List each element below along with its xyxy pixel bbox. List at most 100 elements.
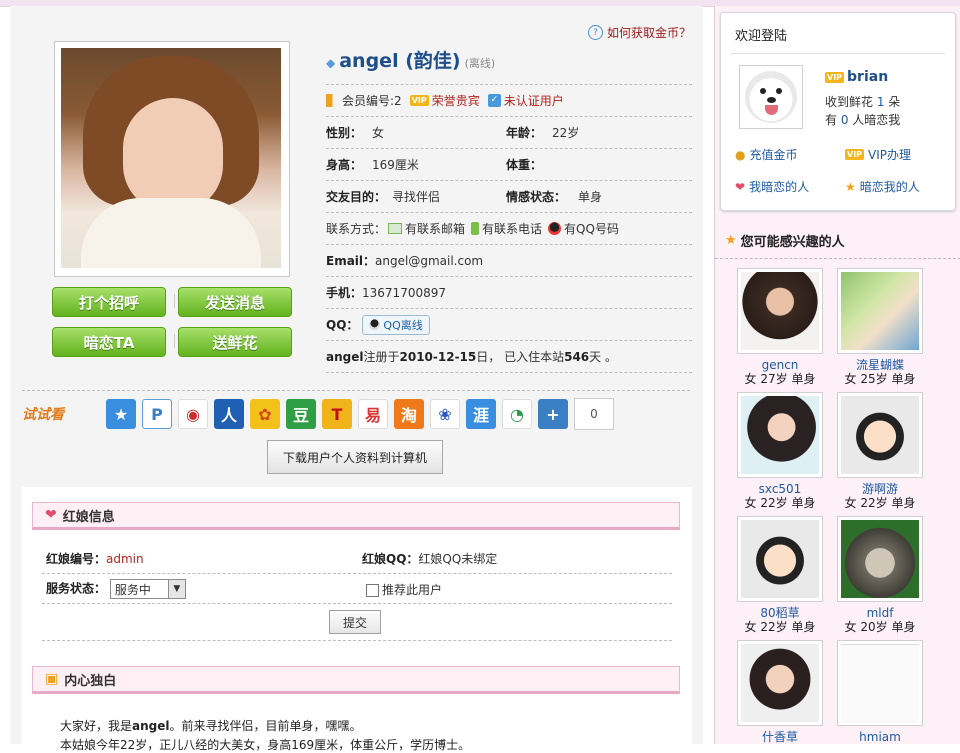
avatar[interactable]: [739, 65, 803, 129]
monologue-header: ▣ 内心独白: [32, 666, 680, 694]
baidu-icon[interactable]: ❀: [430, 399, 460, 429]
sina-weibo-icon[interactable]: ◉: [178, 399, 208, 429]
online-status: (离线): [464, 57, 496, 70]
tianya-icon[interactable]: T: [322, 399, 352, 429]
matchmaker-qq: 红娘QQ：红娘QQ未绑定: [362, 552, 498, 566]
divider: [42, 573, 672, 574]
my-crush-link[interactable]: ❤ 我暗恋的人: [735, 178, 809, 195]
person-card[interactable]: hmiam: [836, 640, 924, 744]
interest-title: ★ 您可能感兴趣的人: [725, 233, 845, 250]
share-count: 0: [574, 398, 614, 430]
profile-info-table: 会员编号:2 VIP 荣誉贵宾 ✓ 未认证用户 性别：女 年龄： 22岁 身高： 1…: [326, 84, 692, 373]
vip-icon: VIP: [845, 149, 865, 160]
download-profile-button[interactable]: 下载用户个人资料到计算机: [267, 440, 443, 474]
divider: [42, 603, 672, 604]
divider: [22, 390, 690, 391]
email-icon: [388, 223, 403, 234]
send-flower-button[interactable]: 送鲜花: [178, 327, 292, 357]
height-weight-row: 身高： 169厘米 体重：: [326, 148, 692, 180]
submit-button[interactable]: 提交: [329, 610, 381, 634]
member-icon: [326, 94, 339, 107]
matchmaker-id: 红娘编号：admin: [46, 552, 144, 566]
person-photo[interactable]: [837, 268, 923, 354]
crush-me-link[interactable]: ★ 暗恋我的人: [845, 178, 920, 195]
diamond-icon: ◆: [326, 56, 336, 70]
chevron-down-icon: ▼: [167, 580, 185, 598]
person-photo[interactable]: [737, 268, 823, 354]
profile-photo[interactable]: [54, 41, 290, 277]
info-panel: ❤ 红娘信息 红娘编号：admin 红娘QQ：红娘QQ未绑定 服务状态： 服务中…: [22, 487, 692, 752]
renren-icon[interactable]: 人: [214, 399, 244, 429]
kaixin-icon[interactable]: ✿: [250, 399, 280, 429]
qq-penguin-icon: [369, 319, 381, 330]
heart-icon: ❤: [735, 179, 746, 194]
divider: [174, 334, 175, 348]
username[interactable]: brian: [847, 69, 888, 85]
vip-icon: VIP: [409, 95, 429, 106]
try-label: 试试看: [22, 407, 64, 423]
more-share-icon[interactable]: +: [538, 399, 568, 429]
heart-icon: ❤: [45, 507, 57, 523]
flowers-received: 收到鲜花 1 朵: [825, 95, 901, 109]
share-bar: 试试看 ★ P ◉ 人 ✿ 豆 T 易 淘 ❀ 涯 ◔ + 0: [22, 398, 614, 430]
member-row: 会员编号:2 VIP 荣誉贵宾 ✓ 未认证用户: [326, 84, 692, 116]
divider: [174, 294, 175, 308]
taobao-icon[interactable]: 淘: [394, 399, 424, 429]
sidebar: 欢迎登陆 VIP brian 收到鲜花 1 朵 有 0 人暗恋我 ● 充值金币 V…: [714, 6, 960, 744]
profile-name: ◆ angel (韵佳) (离线): [326, 50, 496, 72]
purpose-row: 交友目的： 寻找伴侣 情感状态： 单身: [326, 180, 692, 212]
person-photo[interactable]: [737, 516, 823, 602]
monologue-line-2: 本姑娘今年22岁，正儿八经的大美女，身高169厘米，体重公斤，学历博士。: [60, 738, 471, 752]
person-photo[interactable]: [837, 640, 923, 726]
person-card[interactable]: 80稻草 女 22岁 单身: [736, 516, 824, 635]
person-card[interactable]: 什香草: [736, 640, 824, 744]
qq-row: QQ： QQ离线: [326, 308, 692, 340]
star-icon: ★: [725, 233, 737, 248]
recommend-checkbox[interactable]: [366, 584, 379, 597]
person-photo[interactable]: [837, 392, 923, 478]
person-card[interactable]: 流星蝴蝶 女 25岁 单身: [836, 268, 924, 387]
gender-age-row: 性别：女 年龄： 22岁: [326, 116, 692, 148]
person-photo[interactable]: [737, 640, 823, 726]
weibo-tencent-icon[interactable]: P: [142, 399, 172, 429]
vip-icon: VIP: [825, 71, 845, 83]
person-photo[interactable]: [837, 516, 923, 602]
person-card[interactable]: 游啊游 女 22岁 单身: [836, 392, 924, 511]
person-card[interactable]: mldf 女 20岁 单身: [836, 516, 924, 635]
person-card[interactable]: gencn 女 27岁 单身: [736, 268, 824, 387]
send-message-button[interactable]: 发送消息: [178, 287, 292, 317]
divider: [42, 640, 672, 641]
qq-status-button[interactable]: QQ离线: [362, 314, 430, 335]
service-status-select[interactable]: 服务中 ▼: [109, 579, 186, 599]
monologue-line-1: 大家好，我是angel。前来寻找伴侣，目前单身，嘿嘿。: [60, 719, 362, 733]
crush-count: 有 0 人暗恋我: [825, 113, 901, 127]
person-card[interactable]: sxc501 女 22岁 单身: [736, 392, 824, 511]
qq-icon: [548, 222, 562, 235]
star-icon: ★: [845, 179, 856, 194]
registration-row: angel 注册于 2010-12-15 日， 已入住本站 546 天 。: [326, 340, 692, 373]
netease-icon[interactable]: 易: [358, 399, 388, 429]
contact-row: 联系方式： 有联系邮箱 有联系电话 有QQ号码: [326, 212, 692, 244]
mobile-row: 手机： 13671700897: [326, 276, 692, 308]
matchmaker-header: ❤ 红娘信息: [32, 502, 680, 530]
crush-button[interactable]: 暗恋TA: [52, 327, 166, 357]
service-status: 服务状态： 服务中 ▼: [46, 579, 186, 599]
profile-main: ? 如何获取金币？ 打个招呼 发送消息 暗恋TA 送鲜花 ◆ angel (韵佳…: [10, 6, 703, 752]
question-icon: ?: [587, 25, 603, 40]
coin-icon: ●: [735, 147, 746, 162]
speech-bubble-icon: ▣: [45, 671, 59, 687]
bookmark-icon[interactable]: ◔: [502, 399, 532, 429]
welcome-title: 欢迎登陆: [735, 29, 788, 44]
greet-button[interactable]: 打个招呼: [52, 287, 166, 317]
douban-icon[interactable]: 豆: [286, 399, 316, 429]
recharge-link[interactable]: ● 充值金币: [735, 146, 798, 163]
qzone-icon[interactable]: ★: [106, 399, 136, 429]
welcome-box: 欢迎登陆 VIP brian 收到鲜花 1 朵 有 0 人暗恋我 ● 充值金币 V…: [720, 12, 956, 211]
phone-icon: [471, 222, 480, 235]
gold-help-link[interactable]: ? 如何获取金币？: [587, 24, 691, 41]
person-photo[interactable]: [737, 392, 823, 478]
username-row: VIP brian: [825, 69, 888, 85]
vip-link[interactable]: VIP VIP办理: [845, 146, 911, 163]
recommend-option[interactable]: 推荐此用户: [366, 581, 442, 598]
share-icon[interactable]: 涯: [466, 399, 496, 429]
